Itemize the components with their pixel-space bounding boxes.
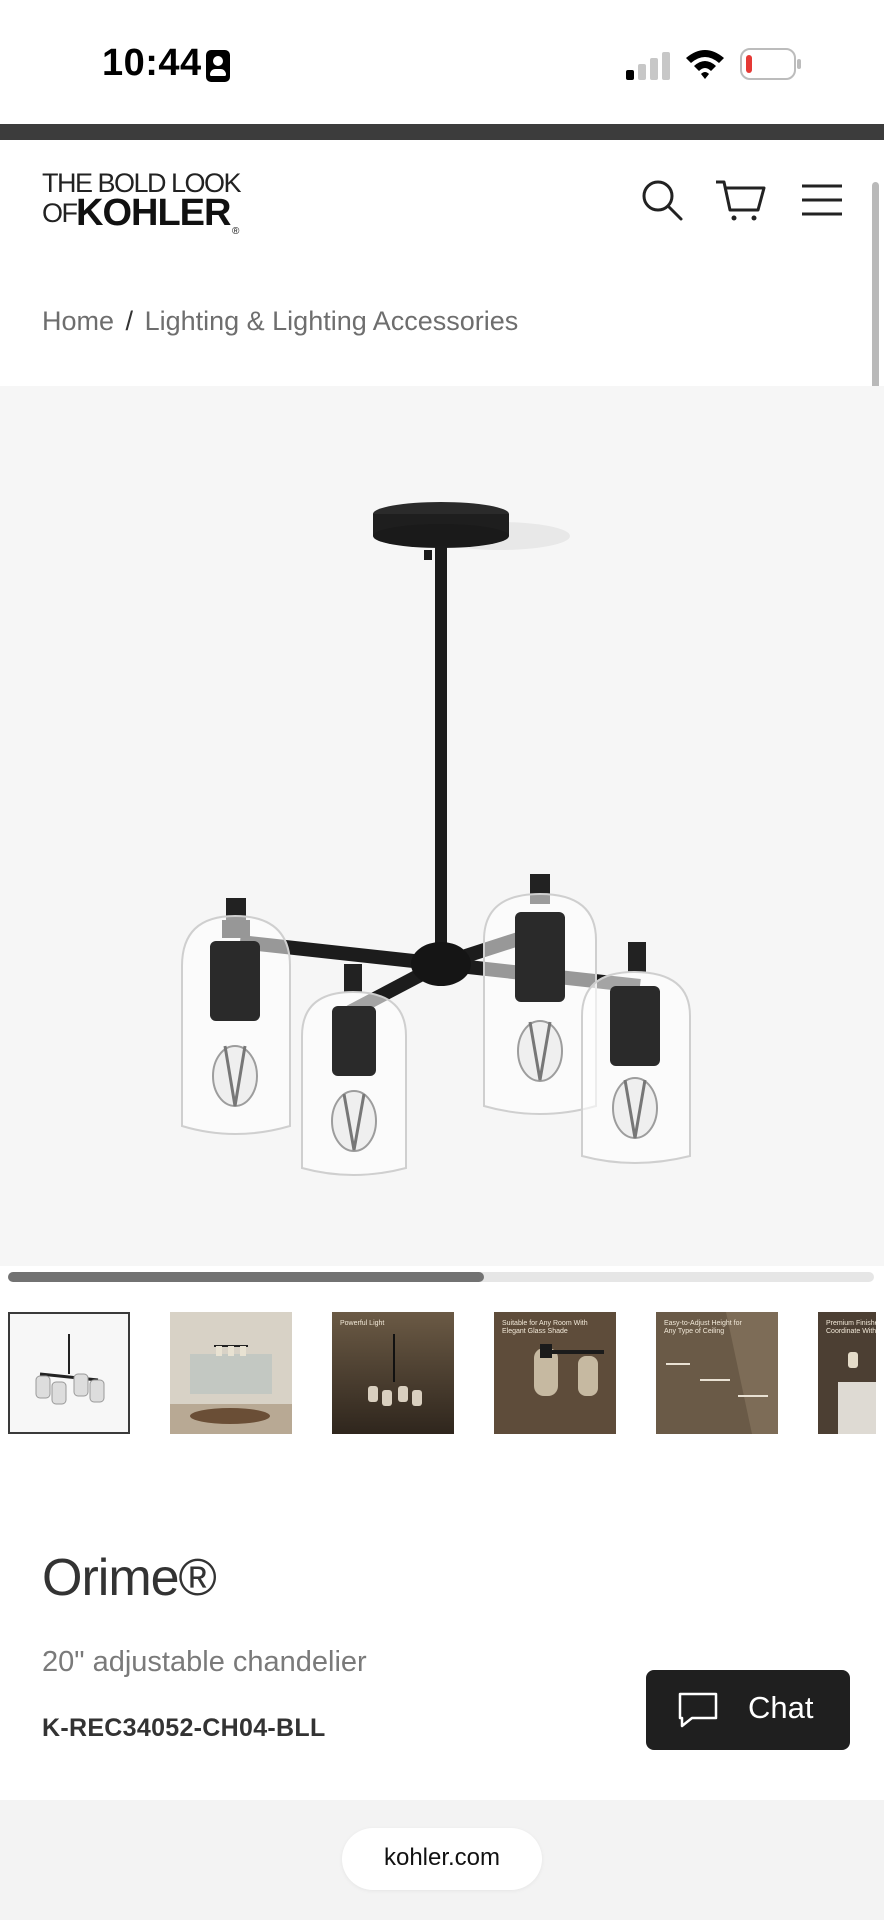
product-description: 20" adjustable chandelier: [42, 1646, 367, 1678]
battery-icon: [740, 48, 801, 80]
logo-registered: ®: [232, 226, 240, 237]
menu-icon[interactable]: [800, 178, 844, 222]
breadcrumb: Home / Lighting & Lighting Accessories: [42, 306, 518, 337]
gallery-thumbnails: Powerful Light Suitable for Any Room Wit…: [8, 1312, 876, 1434]
thumbnail-caption: Suitable for Any Room With Elegant Glass…: [502, 1320, 588, 1335]
breadcrumb-home[interactable]: Home: [42, 306, 114, 336]
browser-url-pill[interactable]: kohler.com: [342, 1828, 542, 1890]
logo-tagline-of: OF: [42, 198, 78, 228]
product-sku: K-REC34052-CH04-BLL: [42, 1714, 326, 1742]
gallery-thumbnail[interactable]: Suitable for Any Room With Elegant Glass…: [494, 1312, 616, 1434]
product-name: Orime®: [42, 1549, 217, 1607]
chandelier-illustration: [181, 502, 691, 1176]
browser-top-rule: [0, 124, 884, 140]
cellular-signal-icon: [626, 50, 672, 80]
chat-label: Chat: [748, 1690, 814, 1725]
status-bar: 10:44: [0, 0, 884, 124]
gallery-scroll-track[interactable]: [8, 1272, 874, 1282]
chat-button[interactable]: Chat: [646, 1670, 850, 1750]
chat-bubble-icon: [678, 1692, 718, 1728]
product-hero-image[interactable]: [0, 386, 884, 1266]
search-icon[interactable]: [640, 178, 684, 222]
gallery-thumbnail[interactable]: [8, 1312, 130, 1434]
cart-icon[interactable]: [714, 178, 766, 222]
kohler-logo[interactable]: THE BOLD LOOK OF KOHLER ®: [42, 168, 252, 240]
gallery-thumbnail[interactable]: Premium Finishes Coordinate With K...: [818, 1312, 876, 1434]
gallery-thumbnail[interactable]: Powerful Light: [332, 1312, 454, 1434]
thumbnail-caption: Easy-to-Adjust Height for Any Type of Ce…: [664, 1320, 742, 1335]
wifi-icon: [686, 50, 724, 79]
thumbnail-caption: Powerful Light: [340, 1320, 385, 1327]
browser-url: kohler.com: [383, 1844, 501, 1871]
logo-brand: KOHLER: [76, 192, 231, 234]
thumbnail-caption: Premium Finishes Coordinate With K...: [826, 1320, 876, 1335]
breadcrumb-category[interactable]: Lighting & Lighting Accessories: [145, 306, 519, 336]
gallery-scroll-thumb[interactable]: [8, 1272, 485, 1282]
gallery-thumbnail[interactable]: [170, 1312, 292, 1434]
clock: 10:44: [102, 42, 202, 84]
gallery-thumbnail[interactable]: Easy-to-Adjust Height for Any Type of Ce…: [656, 1312, 778, 1434]
contact-card-icon: [206, 50, 230, 82]
site-header: THE BOLD LOOK OF KOHLER ®: [0, 140, 884, 260]
breadcrumb-separator: /: [125, 306, 134, 336]
